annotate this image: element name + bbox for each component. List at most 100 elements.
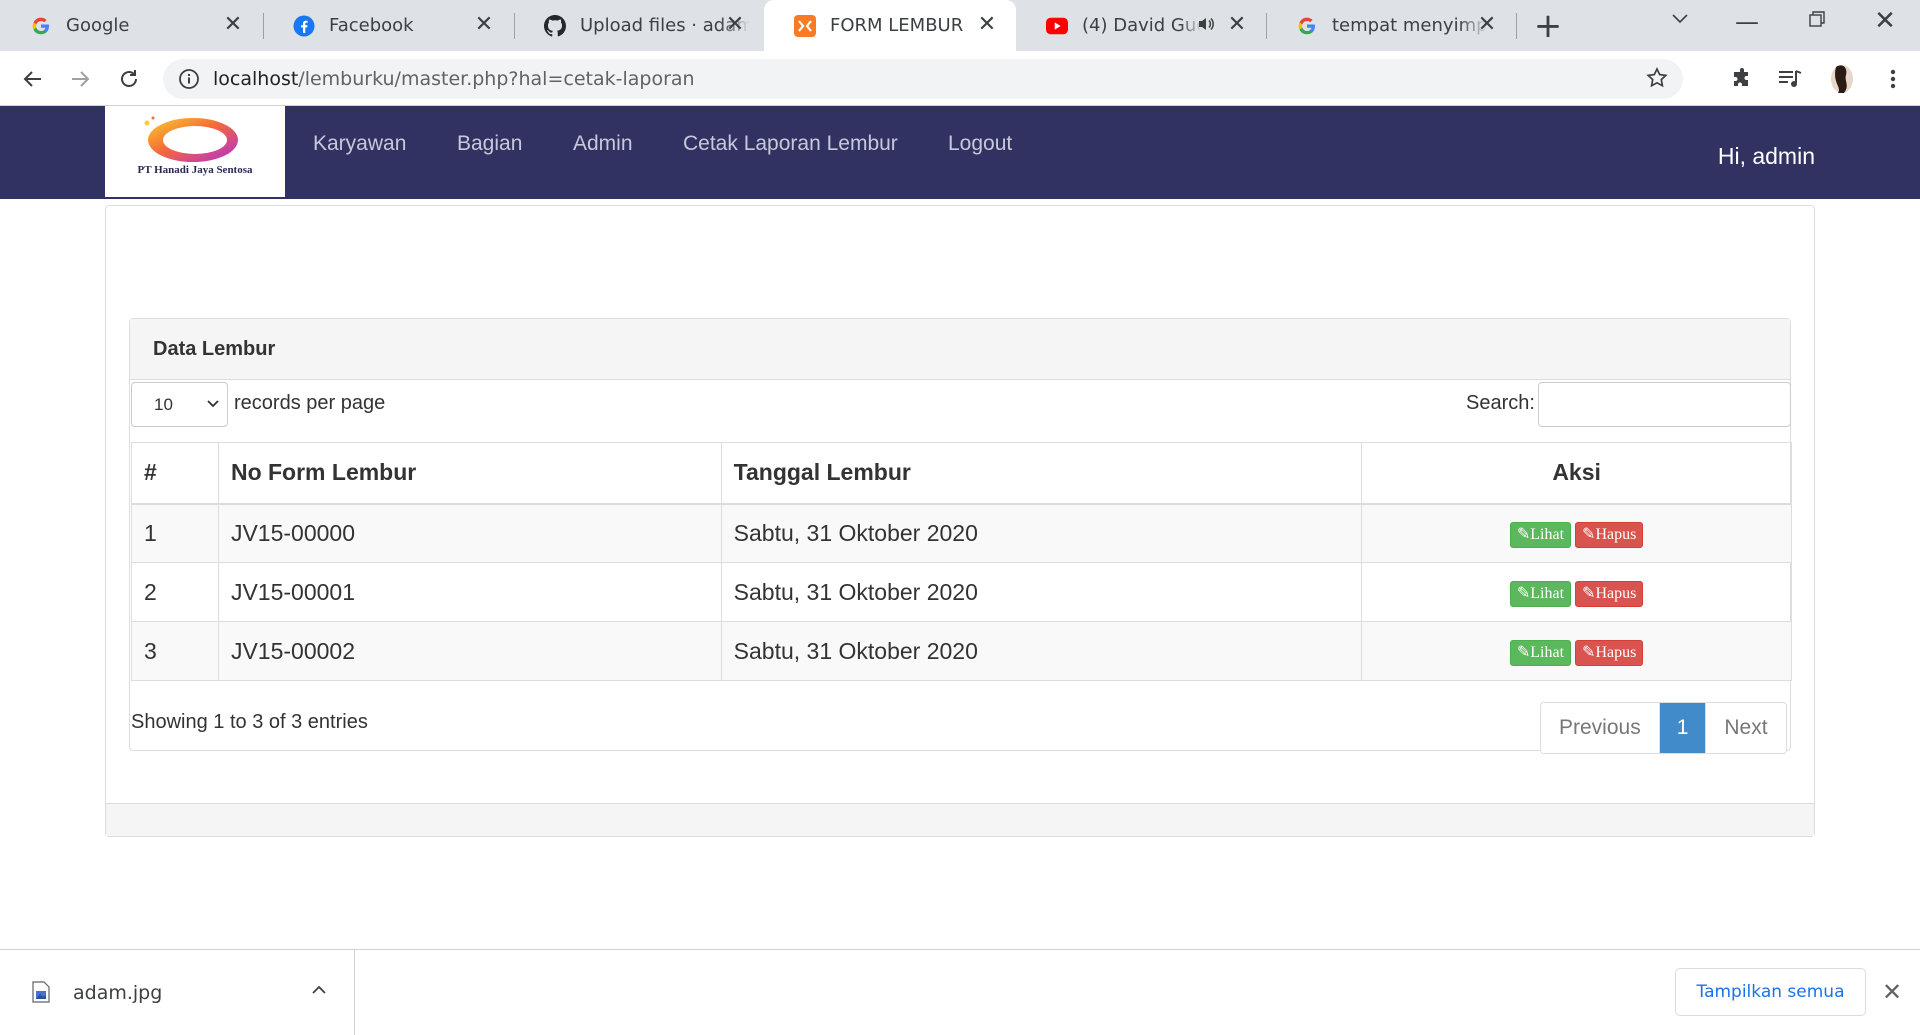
table-row: 1 JV15-00000 Sabtu, 31 Oktober 2020 ✎Lih… bbox=[131, 503, 1792, 563]
nav-item-cetak-laporan-lembur[interactable]: Cetak Laporan Lembur bbox=[683, 132, 898, 156]
tab-title: FORM LEMBUR bbox=[830, 15, 964, 36]
minimize-icon[interactable]: — bbox=[1727, 8, 1767, 44]
table-row: 2 JV15-00001 Sabtu, 31 Oktober 2020 ✎Lih… bbox=[131, 562, 1792, 622]
url-host: localhost bbox=[213, 68, 299, 90]
row-actions: ✎Lihat ✎Hapus bbox=[1361, 503, 1792, 563]
browser-toolbar: localhost/lemburku/master.php?hal=cetak-… bbox=[0, 51, 1920, 106]
delete-button[interactable]: ✎Hapus bbox=[1575, 640, 1644, 666]
new-tab-button[interactable]: + bbox=[1530, 9, 1566, 45]
delete-button[interactable]: ✎Hapus bbox=[1575, 581, 1644, 607]
close-icon[interactable]: ✕ bbox=[976, 14, 998, 36]
next-page-button[interactable]: Next bbox=[1705, 703, 1786, 753]
page-1-button[interactable]: 1 bbox=[1658, 703, 1706, 753]
row-form-number: JV15-00000 bbox=[217, 503, 722, 563]
app-navbar: PT Hanadi Jaya Sentosa Karyawan Bagian A… bbox=[0, 106, 1920, 199]
reload-icon[interactable] bbox=[113, 63, 145, 95]
nav-item-logout[interactable]: Logout bbox=[948, 132, 1012, 156]
forward-icon[interactable] bbox=[64, 63, 96, 95]
bookmark-star-icon[interactable] bbox=[1645, 66, 1669, 95]
panel-footer bbox=[106, 803, 1814, 836]
restore-icon[interactable] bbox=[1797, 10, 1837, 46]
tab-facebook[interactable]: Facebook ✕ bbox=[263, 0, 513, 51]
download-file-name: adam.jpg bbox=[73, 982, 163, 1004]
table-header-row: # No Form Lembur Tanggal Lembur Aksi bbox=[131, 442, 1792, 505]
download-shelf: adam.jpg Tampilkan semua ✕ bbox=[0, 949, 1920, 1035]
back-icon[interactable] bbox=[17, 63, 49, 95]
close-icon[interactable]: ✕ bbox=[473, 14, 495, 36]
row-number: 1 bbox=[131, 503, 219, 563]
user-greeting[interactable]: Hi, admin bbox=[1718, 143, 1815, 170]
tab-divider bbox=[1516, 13, 1517, 39]
url-path: /lemburku/master.php?hal=cetak-laporan bbox=[298, 68, 695, 90]
tab-title: tempat menyimpan bbox=[1332, 15, 1487, 36]
xampp-icon bbox=[794, 14, 816, 37]
nav-item-admin[interactable]: Admin bbox=[573, 132, 633, 156]
panel-heading: Data Lembur bbox=[130, 319, 1790, 380]
tab-youtube[interactable]: (4) David Guett ✕ bbox=[1016, 0, 1266, 51]
column-header-number[interactable]: # bbox=[131, 442, 219, 505]
url-text: localhost/lemburku/master.php?hal=cetak-… bbox=[213, 68, 695, 90]
records-per-page-select[interactable]: 10 bbox=[131, 382, 228, 427]
view-button-label: Lihat bbox=[1530, 644, 1565, 661]
nav-item-karyawan[interactable]: Karyawan bbox=[313, 132, 406, 156]
image-file-icon bbox=[32, 981, 50, 1008]
view-button[interactable]: ✎Lihat bbox=[1509, 640, 1572, 666]
extensions-icon[interactable] bbox=[1727, 64, 1757, 94]
close-icon[interactable]: ✕ bbox=[1476, 14, 1498, 36]
row-actions: ✎Lihat ✎Hapus bbox=[1361, 562, 1792, 622]
tab-search-chevron-icon[interactable] bbox=[1660, 10, 1700, 46]
row-date: Sabtu, 31 Oktober 2020 bbox=[720, 621, 1363, 681]
close-icon[interactable]: ✕ bbox=[222, 14, 244, 36]
records-per-page-label: records per page bbox=[234, 392, 386, 414]
records-per-page-value: 10 bbox=[154, 395, 173, 414]
browser-tab-bar: Google ✕ Facebook ✕ Upload files · adam … bbox=[0, 0, 1920, 51]
close-icon[interactable]: ✕ bbox=[724, 14, 746, 36]
close-icon[interactable]: ✕ bbox=[1882, 978, 1902, 1006]
column-header-date[interactable]: Tanggal Lembur bbox=[720, 442, 1363, 505]
company-logo[interactable]: PT Hanadi Jaya Sentosa bbox=[105, 106, 285, 197]
data-lembur-panel: Data Lembur 10 records per page Search: … bbox=[129, 318, 1792, 754]
media-playlist-icon[interactable] bbox=[1775, 64, 1805, 94]
tab-form-lembur[interactable]: FORM LEMBUR ✕ bbox=[764, 0, 1016, 51]
lembur-table: # No Form Lembur Tanggal Lembur Aksi 1 J… bbox=[131, 442, 1792, 681]
google-icon bbox=[30, 15, 52, 37]
nav-item-bagian[interactable]: Bagian bbox=[457, 132, 522, 156]
tab-google[interactable]: Google ✕ bbox=[0, 0, 262, 51]
pencil-icon: ✎ bbox=[1582, 644, 1596, 661]
tab-google-search[interactable]: tempat menyimpan ✕ bbox=[1266, 0, 1516, 51]
close-icon[interactable]: ✕ bbox=[1226, 14, 1248, 36]
speaker-icon[interactable] bbox=[1196, 14, 1216, 39]
logo-text-label: PT Hanadi Jaya Sentosa bbox=[137, 164, 253, 176]
previous-page-button[interactable]: Previous bbox=[1541, 703, 1659, 753]
tab-title: Google bbox=[66, 15, 130, 36]
pagination: Previous 1 Next bbox=[1540, 702, 1787, 754]
content-panel: Data Lembur 10 records per page Search: … bbox=[105, 205, 1815, 837]
info-icon[interactable] bbox=[178, 68, 200, 95]
view-button[interactable]: ✎Lihat bbox=[1509, 581, 1572, 607]
row-form-number: JV15-00001 bbox=[217, 562, 722, 622]
column-header-form[interactable]: No Form Lembur bbox=[217, 442, 722, 505]
window-close-icon[interactable]: ✕ bbox=[1865, 6, 1905, 42]
facebook-icon bbox=[293, 15, 315, 37]
tab-github[interactable]: Upload files · adam ✕ bbox=[514, 0, 764, 51]
row-actions: ✎Lihat ✎Hapus bbox=[1361, 621, 1792, 681]
edit-icon: ✎ bbox=[1516, 644, 1531, 661]
avatar[interactable] bbox=[1827, 64, 1857, 94]
row-date: Sabtu, 31 Oktober 2020 bbox=[720, 562, 1363, 622]
search-label: Search: bbox=[1466, 392, 1535, 414]
google-icon bbox=[1296, 15, 1318, 37]
pencil-icon: ✎ bbox=[1582, 585, 1596, 602]
download-item[interactable]: adam.jpg bbox=[0, 950, 355, 1035]
address-bar[interactable]: localhost/lemburku/master.php?hal=cetak-… bbox=[163, 59, 1683, 99]
show-all-downloads-button[interactable]: Tampilkan semua bbox=[1675, 968, 1866, 1016]
chrome-menu-icon[interactable] bbox=[1878, 64, 1908, 94]
chevron-up-icon[interactable] bbox=[311, 983, 327, 1002]
table-info: Showing 1 to 3 of 3 entries bbox=[131, 711, 368, 733]
edit-icon: ✎ bbox=[1516, 585, 1531, 602]
view-button[interactable]: ✎Lihat bbox=[1509, 522, 1572, 549]
delete-button-label: Hapus bbox=[1595, 526, 1637, 544]
row-date: Sabtu, 31 Oktober 2020 bbox=[720, 503, 1363, 563]
search-input[interactable] bbox=[1538, 382, 1791, 427]
github-icon bbox=[544, 14, 566, 37]
delete-button[interactable]: ✎Hapus bbox=[1575, 522, 1644, 549]
